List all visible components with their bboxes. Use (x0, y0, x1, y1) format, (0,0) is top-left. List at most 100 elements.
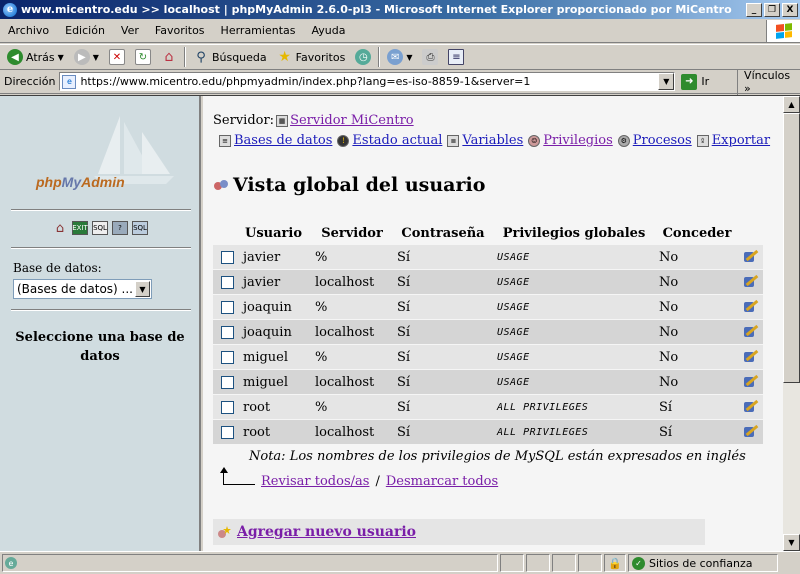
row-checkbox[interactable] (221, 400, 234, 414)
cell-grant: No (655, 245, 739, 269)
cell-host: localhost (311, 420, 393, 444)
left-frame: phpMyAdmin ⌂ EXIT SQL ? SQL Base de dato… (0, 96, 201, 551)
cell-user: root (239, 420, 311, 444)
add-user-link[interactable]: Agregar nuevo usuario (237, 524, 416, 540)
cell-privileges: USAGE (493, 370, 655, 394)
row-checkbox[interactable] (221, 350, 234, 364)
tab-export[interactable]: ⇪ Exportar (696, 133, 770, 148)
phpmyadmin-logo[interactable]: phpMyAdmin (36, 174, 125, 190)
menu-herramientas[interactable]: Herramientas (213, 24, 304, 37)
back-button[interactable]: ◀ Atrás ▼ (4, 46, 67, 68)
menu-ver[interactable]: Ver (113, 24, 147, 37)
tab-status[interactable]: ! Estado actual (337, 133, 442, 148)
chevron-down-icon[interactable]: ▼ (93, 53, 99, 62)
edit-icon[interactable] (743, 373, 759, 388)
edit-icon[interactable] (743, 248, 759, 263)
column-header: Privilegios globales (502, 225, 646, 241)
menu-favoritos[interactable]: Favoritos (147, 24, 213, 37)
cell-password: Sí (393, 320, 493, 344)
privileges-note: Nota: Los nombres de los privilegios de … (249, 449, 746, 464)
row-checkbox[interactable] (221, 275, 234, 289)
print-button[interactable]: ⎙ (419, 46, 441, 68)
cell-privileges: USAGE (493, 320, 655, 344)
close-button[interactable]: X (782, 2, 798, 17)
divider (11, 309, 191, 311)
menu-edicion[interactable]: Edición (57, 24, 113, 37)
tab-variables[interactable]: ≣ Variables (447, 133, 523, 148)
table-row: miguel localhost Sí USAGE No (213, 370, 763, 394)
help-icon[interactable]: ? (112, 221, 128, 235)
chevron-down-icon[interactable]: ▼ (406, 53, 412, 62)
sql-icon[interactable]: SQL (92, 221, 108, 235)
scroll-thumb[interactable] (783, 113, 800, 383)
row-checkbox[interactable] (221, 325, 234, 339)
menu-ayuda[interactable]: Ayuda (303, 24, 353, 37)
windows-logo-icon (766, 19, 800, 42)
stop-button[interactable]: ✕ (106, 46, 128, 68)
table-row: javier localhost Sí USAGE No (213, 270, 763, 294)
check-all-link[interactable]: Revisar todos/as (261, 474, 369, 489)
mail-button[interactable]: ✉ ▼ (384, 46, 415, 68)
security-zone[interactable]: ✓ Sitios de confianza (628, 554, 778, 572)
cell-privileges: ALL PRIVILEGES (493, 395, 655, 419)
chevron-down-icon[interactable]: ▼ (658, 73, 675, 90)
address-input[interactable]: e https://www.micentro.edu/phpmyadmin/in… (59, 72, 676, 91)
menu-archivo[interactable]: Archivo (0, 24, 57, 37)
document-icon: ≡ (448, 49, 465, 65)
database-select-value: (Bases de datos) ... (17, 282, 133, 296)
column-header: Servidor (321, 225, 383, 241)
vertical-scrollbar[interactable]: ▲ ▼ (783, 96, 800, 551)
tab-databases[interactable]: ≡ Bases de datos (219, 133, 332, 148)
table-row: root localhost Sí ALL PRIVILEGES Sí (213, 420, 763, 444)
tab-processes[interactable]: ⚙ Procesos (617, 133, 692, 148)
cell-password: Sí (393, 295, 493, 319)
edit-icon[interactable] (743, 398, 759, 413)
scroll-up-button[interactable]: ▲ (783, 96, 800, 113)
cell-privileges: ALL PRIVILEGES (493, 420, 655, 444)
home-icon[interactable]: ⌂ (52, 221, 68, 236)
column-header: Conceder (662, 225, 732, 241)
forward-arrow-icon: ▶ (73, 49, 90, 65)
refresh-button[interactable]: ↻ (132, 46, 154, 68)
database-select[interactable]: (Bases de datos) ... ▼ (13, 279, 152, 299)
restore-button[interactable]: ❐ (764, 2, 780, 17)
row-checkbox[interactable] (221, 375, 234, 389)
links-button[interactable]: Vínculos » (737, 68, 800, 95)
cell-host: % (311, 245, 393, 269)
row-checkbox[interactable] (221, 425, 234, 439)
server-link[interactable]: Servidor MiCentro (290, 113, 414, 128)
cell-user: miguel (239, 345, 311, 369)
edit-icon[interactable] (743, 423, 759, 438)
row-checkbox[interactable] (221, 250, 234, 264)
ie-icon: e (3, 2, 17, 17)
status-icon: ! (337, 134, 350, 147)
edit-page-button[interactable]: ≡ (445, 46, 467, 68)
uncheck-all-link[interactable]: Desmarcar todos (386, 474, 498, 489)
row-checkbox[interactable] (221, 300, 234, 314)
chevron-down-icon[interactable]: ▼ (58, 53, 64, 62)
forward-button[interactable]: ▶ ▼ (71, 46, 102, 68)
check-separator: / (375, 474, 380, 489)
edit-icon[interactable] (743, 273, 759, 288)
cell-user: root (239, 395, 311, 419)
address-url: https://www.micentro.edu/phpmyadmin/inde… (80, 75, 531, 88)
cell-host: % (311, 345, 393, 369)
search-button[interactable]: ⚲ Búsqueda (190, 46, 270, 68)
docs-icon[interactable]: SQL (132, 221, 148, 235)
lock-icon[interactable]: 🔒 (604, 554, 626, 572)
go-button[interactable]: ➜ Ir (681, 73, 731, 90)
toolbar: ◀ Atrás ▼ ▶ ▼ ✕ ↻ ⌂ ⚲ Búsqueda ★ Favorit… (0, 44, 800, 70)
minimize-button[interactable]: _ (746, 2, 762, 17)
tab-privileges[interactable]: ☺ Privilegios (528, 133, 613, 148)
edit-icon[interactable] (743, 298, 759, 313)
chevron-down-icon[interactable]: ▼ (135, 281, 150, 297)
exit-icon[interactable]: EXIT (72, 221, 88, 235)
history-button[interactable]: ◷ (352, 46, 374, 68)
favorites-button[interactable]: ★ Favoritos (274, 46, 349, 68)
edit-icon[interactable] (743, 323, 759, 338)
edit-icon[interactable] (743, 348, 759, 363)
go-arrow-icon: ➜ (681, 73, 698, 90)
home-button[interactable]: ⌂ (158, 46, 180, 68)
scroll-down-button[interactable]: ▼ (783, 534, 800, 551)
security-zone-label: Sitios de confianza (649, 556, 753, 570)
